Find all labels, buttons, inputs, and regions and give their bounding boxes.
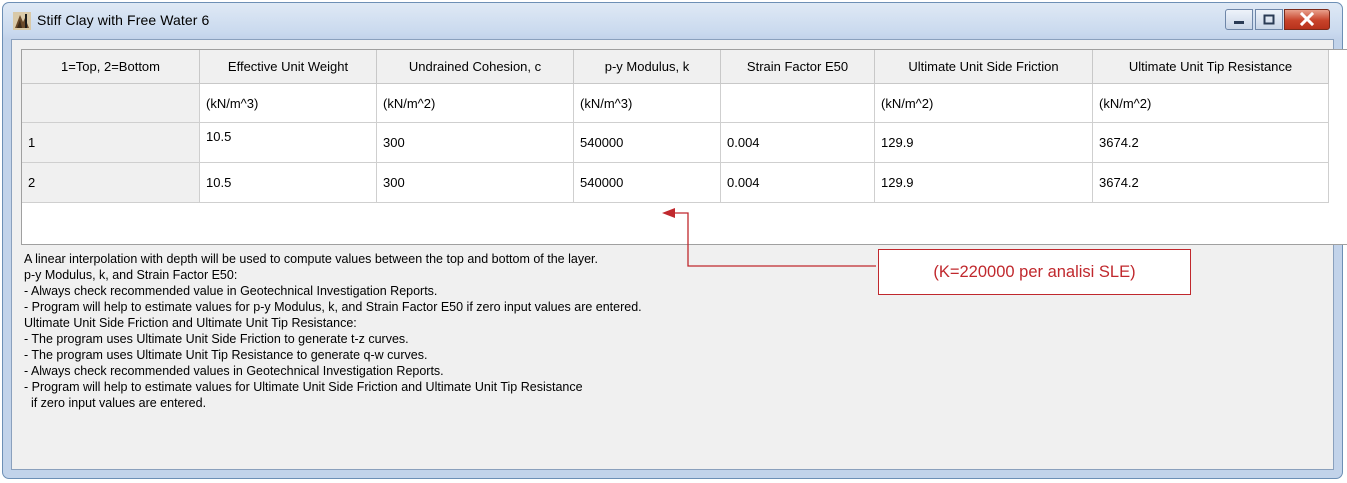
note-line: if zero input values are entered.	[24, 396, 207, 410]
column-header-py-modulus[interactable]: p-y Modulus, k	[574, 50, 721, 84]
note-line: - The program uses Ultimate Unit Tip Res…	[24, 348, 428, 362]
layer-properties-table: 1=Top, 2=Bottom Effective Unit Weight Un…	[21, 49, 1347, 245]
dialog-body: 1=Top, 2=Bottom Effective Unit Weight Un…	[11, 39, 1347, 470]
restore-icon	[1263, 14, 1275, 25]
cell-bottom-cohesion[interactable]: 300	[377, 163, 574, 203]
cell-top-side-friction[interactable]: 129.9	[875, 123, 1093, 163]
note-line: Ultimate Unit Side Friction and Ultimate…	[24, 316, 357, 330]
cell-top-strain-factor[interactable]: 0.004	[721, 123, 875, 163]
note-line: p-y Modulus, k, and Strain Factor E50:	[24, 268, 238, 282]
units-cell-tip-resistance[interactable]: (kN/m^2)	[1093, 84, 1329, 123]
units-row-header	[22, 84, 200, 123]
help-notes: A linear interpolation with depth will b…	[24, 251, 642, 411]
dialog-window: Stiff Clay with Free Water 6 1=Top, 2=Bo…	[2, 2, 1347, 479]
title-bar[interactable]: Stiff Clay with Free Water 6	[3, 3, 1342, 39]
column-header-strain-factor[interactable]: Strain Factor E50	[721, 50, 875, 84]
cell-top-tip-resistance[interactable]: 3674.2	[1093, 123, 1329, 163]
row-header-top[interactable]: 1	[22, 123, 200, 163]
close-button[interactable]	[1284, 9, 1330, 30]
note-line: - Program will help to estimate values f…	[24, 380, 583, 394]
column-header-side-friction[interactable]: Ultimate Unit Side Friction	[875, 50, 1093, 84]
row-header-bottom[interactable]: 2	[22, 163, 200, 203]
cell-bottom-py-modulus[interactable]: 540000	[574, 163, 721, 203]
cell-bottom-tip-resistance[interactable]: 3674.2	[1093, 163, 1329, 203]
minimize-button[interactable]	[1225, 9, 1253, 30]
note-line: - Always check recommended value in Geot…	[24, 284, 438, 298]
close-icon	[1299, 11, 1315, 27]
note-line: A linear interpolation with depth will b…	[24, 252, 598, 266]
cell-bottom-strain-factor[interactable]: 0.004	[721, 163, 875, 203]
column-header-tip-resistance[interactable]: Ultimate Unit Tip Resistance	[1093, 50, 1329, 84]
units-cell-py-modulus[interactable]: (kN/m^3)	[574, 84, 721, 123]
cell-top-cohesion[interactable]: 300	[377, 123, 574, 163]
note-line: - Always check recommended values in Geo…	[24, 364, 444, 378]
units-cell-side-friction[interactable]: (kN/m^2)	[875, 84, 1093, 123]
column-header-cohesion[interactable]: Undrained Cohesion, c	[377, 50, 574, 84]
note-line: - The program uses Ultimate Unit Side Fr…	[24, 332, 409, 346]
cell-top-unit-weight[interactable]: 10.5	[200, 123, 377, 163]
annotation-callout: (K=220000 per analisi SLE)	[878, 249, 1191, 295]
cell-top-py-modulus[interactable]: 540000	[574, 123, 721, 163]
soil-layer-icon	[13, 12, 31, 30]
cell-bottom-side-friction[interactable]: 129.9	[875, 163, 1093, 203]
window-title: Stiff Clay with Free Water 6	[37, 12, 210, 28]
column-header-position[interactable]: 1=Top, 2=Bottom	[22, 50, 200, 84]
minimize-icon	[1234, 21, 1244, 24]
note-line: - Program will help to estimate values f…	[24, 300, 642, 314]
cell-bottom-unit-weight[interactable]: 10.5	[200, 163, 377, 203]
units-cell-strain-factor[interactable]	[721, 84, 875, 123]
units-cell-cohesion[interactable]: (kN/m^2)	[377, 84, 574, 123]
column-header-unit-weight[interactable]: Effective Unit Weight	[200, 50, 377, 84]
units-cell-unit-weight[interactable]: (kN/m^3)	[200, 84, 377, 123]
maximize-button[interactable]	[1255, 9, 1283, 30]
